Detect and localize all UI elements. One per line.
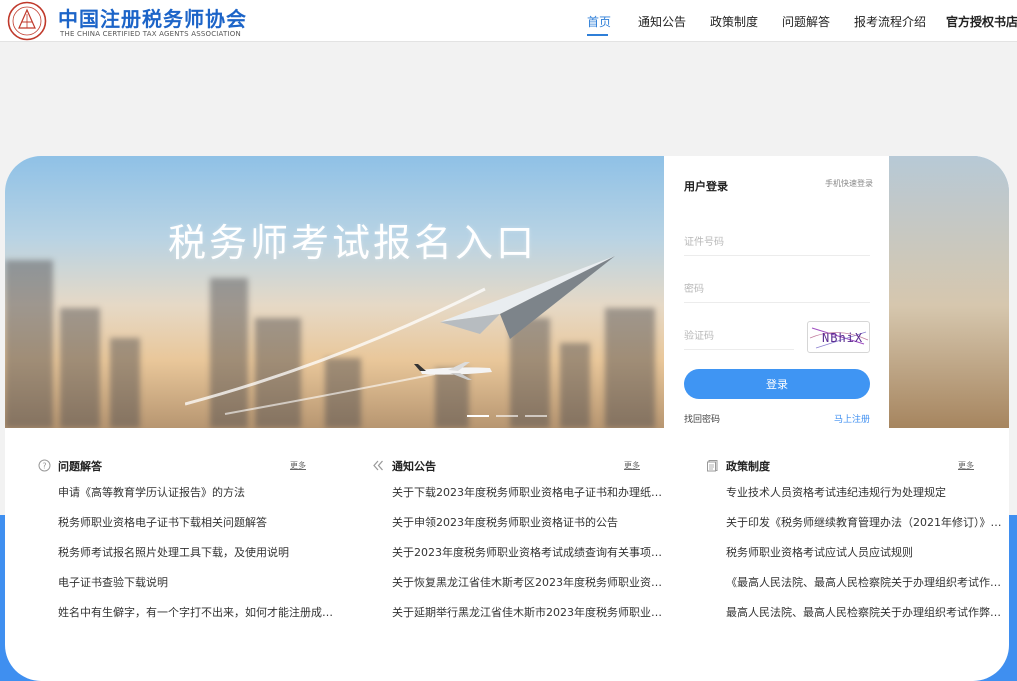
login-button[interactable]: 登录: [684, 369, 870, 399]
list-item[interactable]: 关于恢复黑龙江省佳木斯考区2023年度税务师职业资格考试的通知: [392, 574, 672, 604]
list-item[interactable]: 电子证书查验下载说明: [58, 574, 338, 604]
more-link[interactable]: 更多: [958, 460, 974, 471]
nav-item-notices[interactable]: 通知公告: [638, 13, 686, 30]
site-header: 中国注册税务师协会 THE CHINA CERTIFIED TAX AGENTS…: [0, 0, 1017, 42]
paper-plane-illustration: [185, 256, 615, 415]
carousel-dot[interactable]: [467, 415, 489, 417]
carousel-dot[interactable]: [525, 415, 547, 417]
column-title: 问题解答: [58, 460, 102, 473]
faq-list: 申请《高等教育学历认证报告》的方法 税务师职业资格电子证书下载相关问题解答 税务…: [58, 484, 338, 634]
nav-active-indicator: [587, 34, 608, 36]
list-item[interactable]: 税务师职业资格电子证书下载相关问题解答: [58, 514, 338, 544]
association-seal-icon[interactable]: [5, 1, 49, 41]
carousel-dot[interactable]: [496, 415, 518, 417]
column-header: 通知公告 更多: [372, 458, 642, 474]
list-item[interactable]: 关于延期举行黑龙江省佳木斯市2023年度税务师职业资格考试的通知: [392, 604, 672, 634]
forgot-password-link[interactable]: 找回密码: [684, 412, 720, 425]
double-chevron-left-icon: [373, 460, 383, 471]
brand-english-name: THE CHINA CERTIFIED TAX AGENTS ASSOCIATI…: [60, 30, 241, 38]
banner-building-shape: [110, 338, 140, 428]
register-link[interactable]: 马上注册: [834, 412, 870, 425]
list-item[interactable]: 《最高人民法院、最高人民检察院关于办理组织考试作弊等刑事案件适用法律若干问题的解…: [726, 574, 1006, 604]
notices-list: 关于下载2023年度税务师职业资格电子证书和办理纸质证书的通知 关于申领2023…: [392, 484, 672, 634]
more-link[interactable]: 更多: [624, 460, 640, 471]
list-item[interactable]: 关于2023年度税务师职业资格考试成绩查询有关事项的通知: [392, 544, 672, 574]
list-item[interactable]: 最高人民法院、最高人民检察院关于办理组织考试作弊等刑事案件适用法律若干问题的解释: [726, 604, 1006, 634]
policies-list: 专业技术人员资格考试违纪违规行为处理规定 关于印发《税务师继续教育管理办法（20…: [726, 484, 1006, 634]
nav-item-home[interactable]: 首页: [587, 13, 611, 30]
login-panel: 用户登录 手机快速登录 NBhiX 登录 找回密码 马上注册: [664, 156, 889, 428]
brand-name[interactable]: 中国注册税务师协会: [58, 3, 247, 32]
more-link[interactable]: 更多: [290, 460, 306, 471]
svg-text:?: ?: [42, 462, 46, 471]
list-item[interactable]: 税务师职业资格考试应试人员应试规则: [726, 544, 1006, 574]
column-header: ? 问题解答 更多: [38, 458, 308, 474]
list-item[interactable]: 税务师考试报名照片处理工具下载，及使用说明: [58, 544, 338, 574]
document-icon: [707, 460, 718, 472]
banner-building-shape: [5, 260, 53, 428]
captcha-input[interactable]: [684, 324, 794, 349]
login-title: 用户登录: [684, 180, 728, 193]
list-item[interactable]: 关于申领2023年度税务师职业资格证书的公告: [392, 514, 672, 544]
mobile-login-link[interactable]: 手机快速登录: [825, 178, 873, 189]
question-circle-icon: ?: [38, 459, 51, 472]
list-item[interactable]: 专业技术人员资格考试违纪违规行为处理规定: [726, 484, 1006, 514]
id-number-field[interactable]: [684, 230, 870, 256]
password-field[interactable]: [684, 277, 870, 303]
list-item[interactable]: 申请《高等教育学历认证报告》的方法: [58, 484, 338, 514]
nav-item-bookstore[interactable]: 官方授权书店: [946, 13, 1017, 30]
nav-item-exam-process[interactable]: 报考流程介绍: [854, 13, 926, 30]
column-title: 通知公告: [392, 460, 436, 473]
list-item[interactable]: 姓名中有生僻字，有一个字打不出来，如何才能注册成功？: [58, 604, 338, 634]
main-card: 税务师考试报名入口 用户登录 手机快速登录 证件号码 验证码 NBhiX 登录 …: [5, 156, 1009, 681]
hero-banner[interactable]: 税务师考试报名入口 用户登录 手机快速登录 证件号码 验证码 NBhiX 登录 …: [5, 156, 1009, 428]
password-input[interactable]: [684, 277, 870, 302]
captcha-image[interactable]: NBhiX: [807, 321, 870, 353]
list-item[interactable]: 关于下载2023年度税务师职业资格电子证书和办理纸质证书的通知: [392, 484, 672, 514]
nav-item-faq[interactable]: 问题解答: [782, 13, 830, 30]
column-title: 政策制度: [726, 460, 770, 473]
column-header: 政策制度 更多: [706, 458, 976, 474]
captcha-field[interactable]: [684, 324, 794, 350]
nav-item-policies[interactable]: 政策制度: [710, 13, 758, 30]
captcha-text: NBhiX: [822, 331, 864, 345]
id-number-input[interactable]: [684, 230, 870, 255]
banner-building-shape: [60, 308, 100, 428]
banner-edge-image: [889, 156, 1009, 428]
list-item[interactable]: 关于印发《税务师继续教育管理办法（2021年修订）》的通知: [726, 514, 1006, 544]
